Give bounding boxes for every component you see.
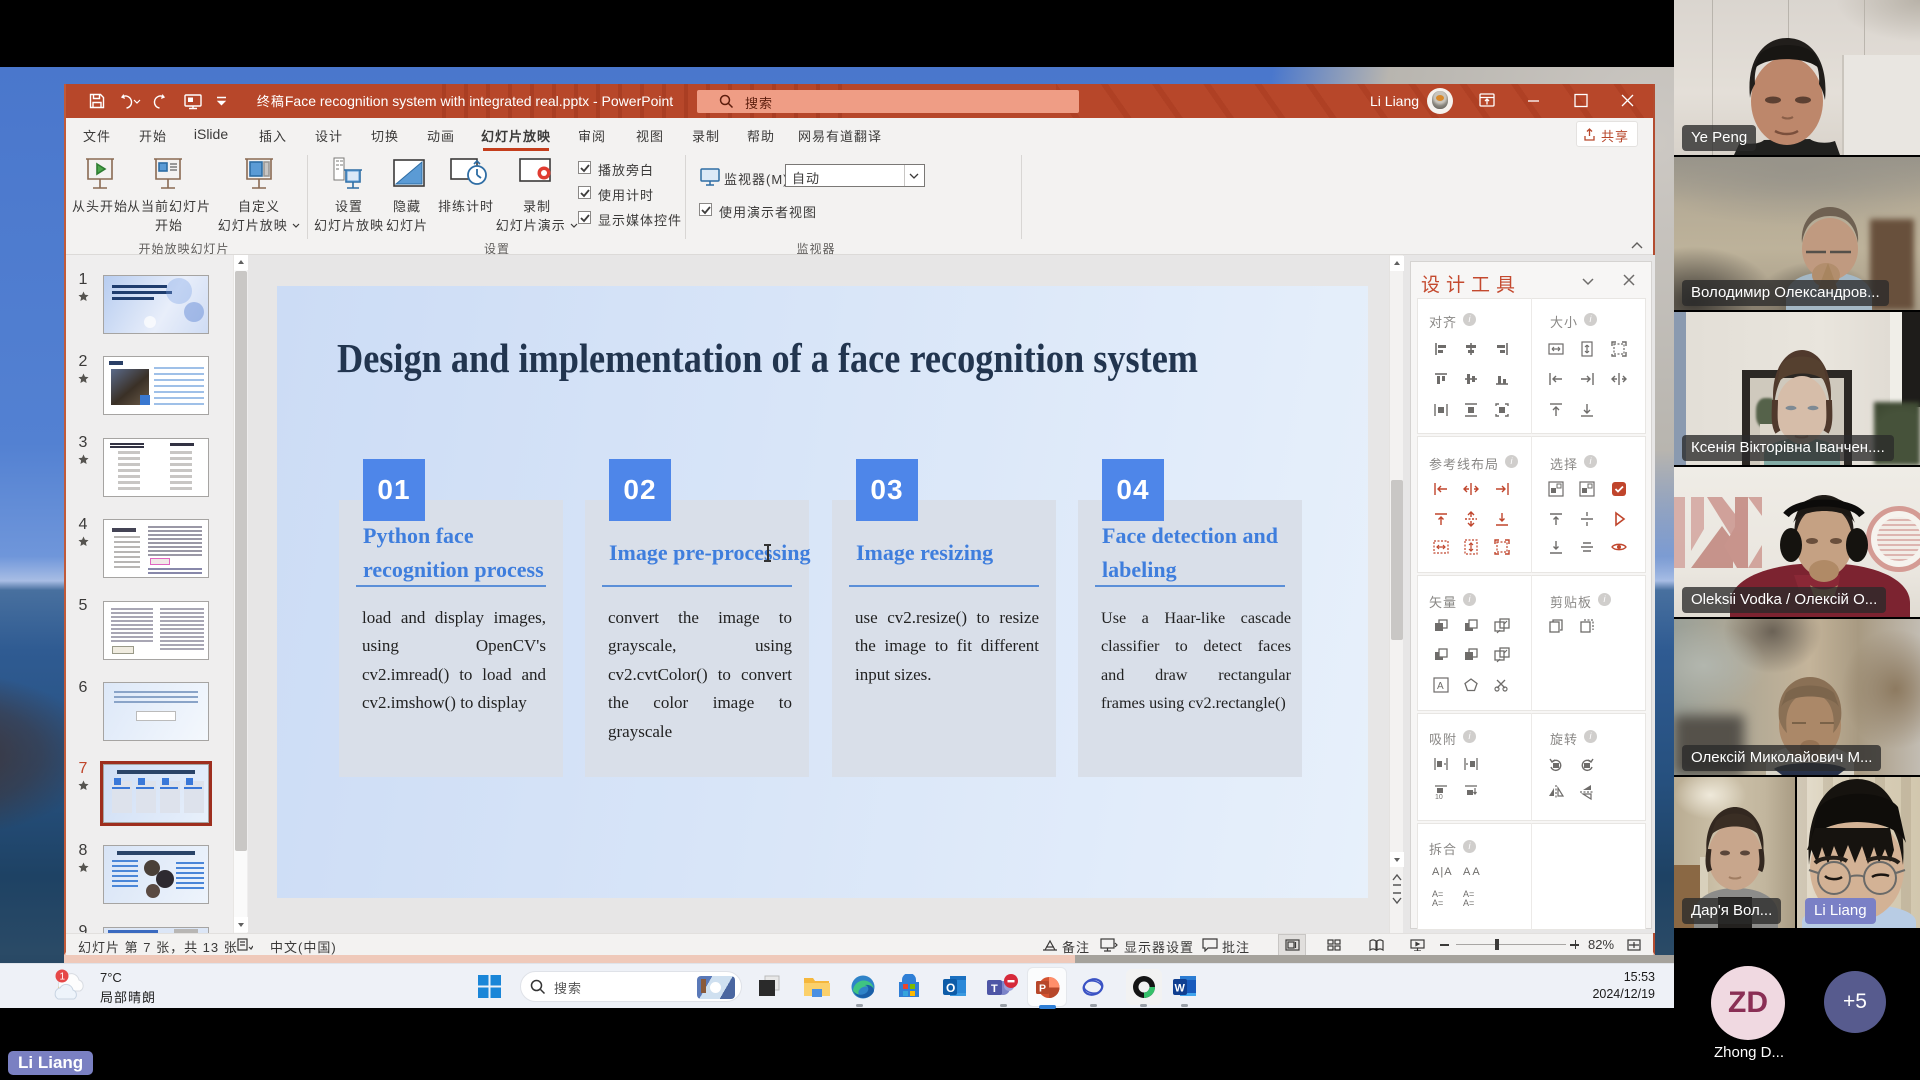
svg-text:1: 1 bbox=[60, 972, 66, 983]
svg-text:A: A bbox=[1437, 681, 1444, 692]
svg-text:W: W bbox=[1175, 983, 1186, 995]
svg-text:P: P bbox=[1039, 983, 1046, 995]
svg-text:T: T bbox=[991, 983, 998, 995]
svg-text:O: O bbox=[946, 981, 955, 995]
svg-text:10: 10 bbox=[1435, 794, 1443, 801]
